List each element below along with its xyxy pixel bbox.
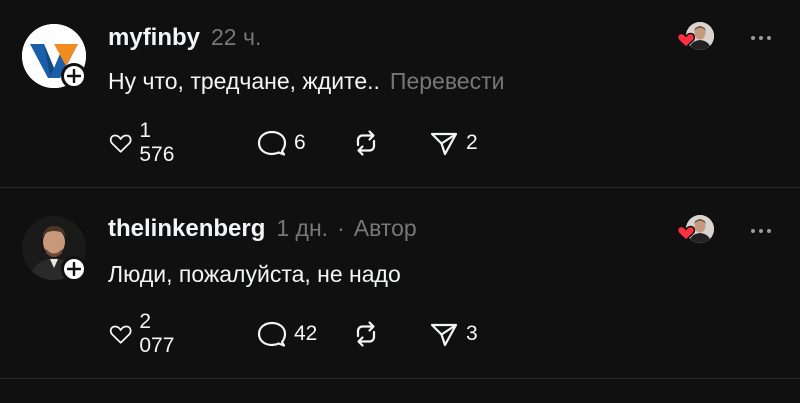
heart-outline-icon [109, 134, 132, 153]
like-button[interactable]: 1 576 [108, 119, 181, 166]
separator-dot: · [337, 215, 345, 241]
heart-outline-icon [109, 325, 132, 344]
share-count: 2 [466, 131, 478, 154]
repost-button[interactable] [350, 128, 382, 158]
follow-button[interactable] [61, 63, 87, 89]
more-options-button[interactable] [749, 33, 773, 43]
post-text: Ну что, тредчане, ждите.. Перевести [108, 68, 504, 95]
repost-arrows-icon [356, 130, 376, 156]
follow-button[interactable] [61, 256, 87, 282]
like-count: 1 576 [139, 119, 175, 166]
post-body: Люди, пожалуйста, не надо [108, 261, 401, 287]
more-dots-icon [751, 36, 771, 40]
post-header: thelinkenberg 1 дн. · Автор [108, 215, 417, 243]
share-count: 3 [466, 322, 478, 345]
speech-bubble-icon [257, 321, 287, 347]
more-dots-icon [751, 229, 771, 233]
author-label: Автор [353, 215, 417, 241]
paper-plane-icon [430, 323, 458, 347]
reply-count: 6 [294, 131, 306, 154]
post-myfinby[interactable]: myfinby 22 ч. Ну что, тредчане, ждите.. П… [0, 0, 800, 187]
like-button[interactable]: 2 077 [108, 310, 181, 357]
plus-icon [67, 69, 81, 83]
speech-bubble-icon [257, 130, 287, 156]
share-button[interactable]: 3 [428, 319, 478, 349]
like-count: 2 077 [139, 310, 175, 357]
reply-button[interactable]: 6 [256, 128, 306, 158]
post-divider [0, 378, 800, 379]
repost-button[interactable] [350, 319, 382, 349]
post-body: Ну что, тредчане, ждите.. [108, 68, 380, 94]
translate-link[interactable]: Перевести [390, 68, 505, 94]
username[interactable]: thelinkenberg [108, 215, 265, 243]
reply-button[interactable]: 42 [256, 319, 317, 349]
reply-count: 42 [294, 322, 318, 345]
paper-plane-icon [430, 132, 458, 156]
post-text: Люди, пожалуйста, не надо [108, 261, 401, 288]
liked-by-indicator[interactable] [676, 215, 716, 245]
red-heart-icon [676, 225, 696, 242]
liked-by-indicator[interactable] [676, 22, 716, 52]
username[interactable]: myfinby [108, 24, 200, 52]
thread-feed: myfinby 22 ч. Ну что, тредчане, ждите.. П… [0, 0, 800, 403]
plus-icon [67, 262, 81, 276]
more-options-button[interactable] [749, 226, 773, 236]
post-time[interactable]: 22 ч. [211, 24, 261, 51]
share-button[interactable]: 2 [428, 128, 478, 158]
post-thelinkenberg[interactable]: thelinkenberg 1 дн. · Автор Люди, пожалу… [0, 188, 800, 378]
red-heart-icon [676, 32, 696, 49]
repost-arrows-icon [356, 321, 376, 347]
post-header: myfinby 22 ч. [108, 24, 261, 52]
post-time[interactable]: 1 дн. [276, 215, 328, 242]
